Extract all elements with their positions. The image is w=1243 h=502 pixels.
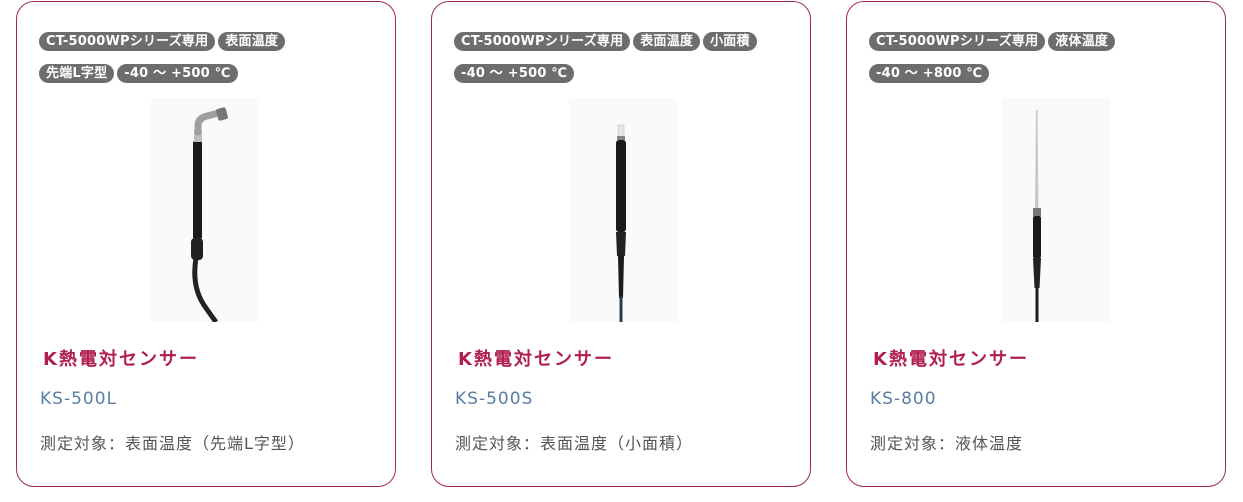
tag-target: 表面温度 <box>633 32 701 51</box>
tag-shape: 先端L字型 <box>39 64 115 83</box>
tag-target: 液体温度 <box>1048 32 1116 51</box>
probe-needle-image <box>1033 110 1041 322</box>
product-card-ks-500l[interactable]: CT-5000WPシリーズ専用 表面温度 先端L字型 -40 〜 +500 ℃ K熱… <box>16 1 396 487</box>
tag-series: CT-5000WPシリーズ専用 <box>39 32 216 51</box>
product-card-ks-800[interactable]: CT-5000WPシリーズ専用 液体温度 -40 〜 +800 ℃ K熱電対センサ… <box>846 1 1226 487</box>
product-model-link[interactable]: KS-800 <box>870 389 937 409</box>
probe-l-shape-image <box>191 107 228 322</box>
tag-list: CT-5000WPシリーズ専用 表面温度 小面積 -40 〜 +500 ℃ <box>454 30 774 94</box>
product-image-ks-500s[interactable] <box>569 98 677 322</box>
tag-series: CT-5000WPシリーズ専用 <box>454 32 631 51</box>
product-image-ks-500l[interactable] <box>151 98 259 322</box>
product-description: 測定対象：表面温度（先端L字型） <box>40 434 305 453</box>
tag-series: CT-5000WPシリーズ専用 <box>869 32 1046 51</box>
tag-list: CT-5000WPシリーズ専用 表面温度 先端L字型 -40 〜 +500 ℃ <box>39 30 359 94</box>
product-model-link[interactable]: KS-500L <box>40 389 117 409</box>
product-category-title: K熱電対センサー <box>873 349 1029 370</box>
product-description: 測定対象：液体温度 <box>870 434 1024 453</box>
tag-range: -40 〜 +500 ℃ <box>454 64 575 83</box>
tag-range: -40 〜 +500 ℃ <box>117 64 238 83</box>
product-image-ks-800[interactable] <box>1002 98 1110 322</box>
tag-range: -40 〜 +800 ℃ <box>869 64 990 83</box>
product-description: 測定対象：表面温度（小面積） <box>455 434 694 453</box>
tag-shape: 小面積 <box>703 32 757 51</box>
probe-straight-image <box>616 124 626 322</box>
tag-list: CT-5000WPシリーズ専用 液体温度 -40 〜 +800 ℃ <box>869 30 1189 94</box>
product-card-ks-500s[interactable]: CT-5000WPシリーズ専用 表面温度 小面積 -40 〜 +500 ℃ K熱電対… <box>431 1 811 487</box>
tag-target: 表面温度 <box>218 32 286 51</box>
product-model-link[interactable]: KS-500S <box>455 389 533 409</box>
product-category-title: K熱電対センサー <box>458 349 614 370</box>
product-category-title: K熱電対センサー <box>43 349 199 370</box>
